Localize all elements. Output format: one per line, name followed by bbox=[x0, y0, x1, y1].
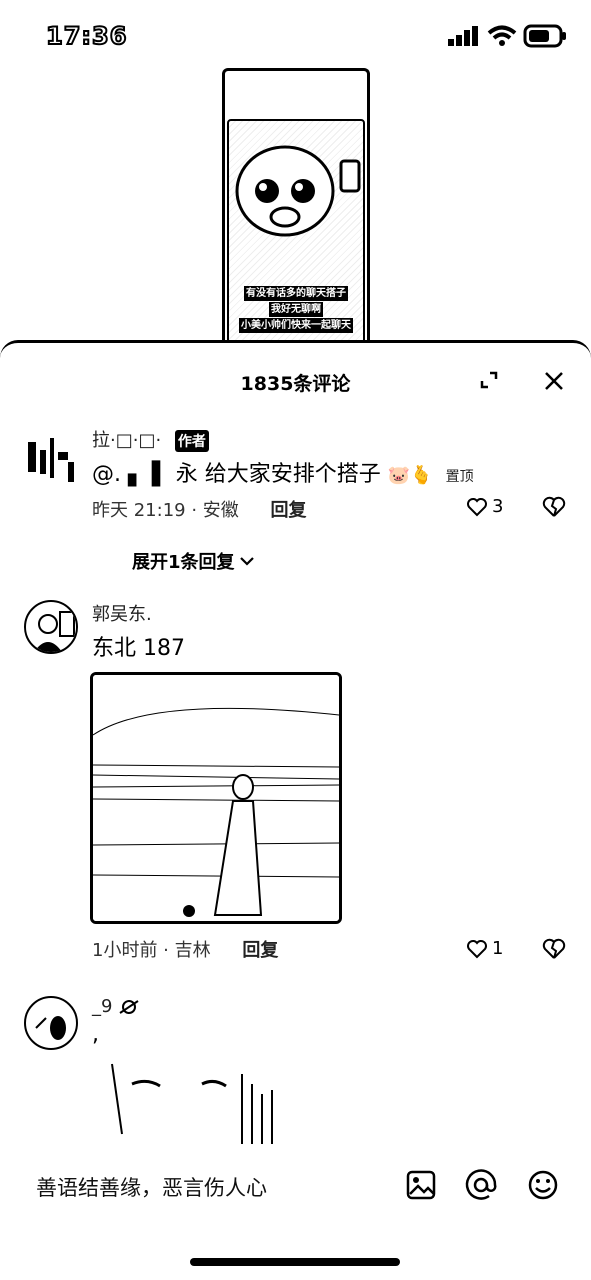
avatar-image bbox=[28, 438, 74, 482]
expand-replies-label: 展开1条回复 bbox=[132, 552, 235, 573]
status-bar: 17:36 bbox=[0, 0, 591, 78]
wifi-icon bbox=[487, 25, 517, 46]
comment-input[interactable]: 善语结善缘，恶言伤人心 bbox=[36, 1172, 267, 1202]
caption-line: 小美小帅们快来一起聊天 bbox=[239, 318, 353, 333]
comment-meta: 昨天 21:19 · 安徽 回复 bbox=[92, 496, 307, 522]
expand-replies-button[interactable]: 展开1条回复 bbox=[132, 548, 255, 574]
like-count: 3 bbox=[492, 496, 504, 517]
video-preview[interactable]: 有没有话多的聊天搭子 我好无聊啊 小美小帅们快来一起聊天 bbox=[222, 68, 370, 344]
author-badge: 作者 bbox=[174, 430, 209, 452]
comment-image-partial[interactable] bbox=[92, 1054, 282, 1144]
status-icons bbox=[447, 24, 567, 48]
broken-heart-icon[interactable] bbox=[542, 496, 566, 518]
heart-icon bbox=[467, 497, 487, 516]
username[interactable]: 拉·□·□· 作者 bbox=[92, 426, 209, 452]
comment-text: 东北 187 bbox=[92, 636, 185, 661]
battery-icon bbox=[523, 24, 566, 48]
comment-count-title: 1835条评论 bbox=[240, 373, 351, 395]
heart-icon bbox=[467, 939, 487, 958]
time-location: 昨天 21:19 · 安徽 bbox=[92, 500, 239, 521]
video-frame: 有没有话多的聊天搭子 我好无聊啊 小美小帅们快来一起聊天 bbox=[227, 119, 365, 344]
username-text: 拉·□·□· bbox=[92, 430, 162, 451]
status-time: 17:36 bbox=[45, 21, 128, 51]
signal-icon bbox=[448, 26, 478, 46]
like-button[interactable]: 3 bbox=[466, 496, 503, 517]
at-mention-icon[interactable] bbox=[464, 1168, 498, 1202]
portrait-image bbox=[111, 1063, 273, 1144]
comment-text: , bbox=[92, 1022, 99, 1047]
expand-icon[interactable] bbox=[478, 369, 500, 391]
username[interactable]: 郭吴东. bbox=[92, 600, 152, 626]
comment-input-bar: 善语结善缘，恶言伤人心 bbox=[0, 1150, 591, 1230]
reply-button[interactable]: 回复 bbox=[242, 940, 278, 961]
comment-meta: 1小时前 · 吉林 回复 bbox=[92, 936, 278, 962]
reply-button[interactable]: 回复 bbox=[271, 500, 307, 521]
emoji: 🐷🫰 bbox=[387, 465, 433, 486]
avatar[interactable] bbox=[24, 600, 78, 654]
planet-icon bbox=[119, 1000, 139, 1014]
image-icon[interactable] bbox=[404, 1168, 438, 1202]
broken-heart-icon[interactable] bbox=[542, 938, 566, 960]
avatar[interactable] bbox=[24, 996, 78, 1050]
home-indicator[interactable] bbox=[190, 1258, 400, 1266]
sheet-header: 1835条评论 bbox=[0, 361, 591, 401]
caption-line: 有没有话多的聊天搭子 bbox=[244, 286, 348, 301]
time-location: 1小时前 · 吉林 bbox=[92, 940, 211, 961]
username[interactable]: _9 bbox=[92, 996, 140, 1017]
comment-text: @. ▖ ▌ 永 给大家安排个搭子 🐷🫰 置顶 bbox=[92, 456, 474, 488]
pinned-label: 置顶 bbox=[445, 469, 474, 485]
video-caption: 有没有话多的聊天搭子 我好无聊啊 小美小帅们快来一起聊天 bbox=[237, 285, 355, 334]
username-text: _9 bbox=[92, 996, 113, 1017]
cartoon-pig-image bbox=[235, 145, 361, 237]
comment-photo[interactable] bbox=[90, 672, 342, 924]
caption-line: 我好无聊啊 bbox=[269, 302, 323, 317]
photo-image bbox=[93, 675, 339, 921]
chevron-down-icon bbox=[239, 557, 254, 566]
avatar[interactable] bbox=[24, 432, 78, 486]
comment-body: @. ▖ ▌ 永 给大家安排个搭子 bbox=[92, 462, 381, 487]
close-icon[interactable] bbox=[542, 369, 566, 393]
like-button[interactable]: 1 bbox=[466, 938, 503, 959]
like-count: 1 bbox=[492, 938, 504, 959]
emoji-icon[interactable] bbox=[526, 1168, 560, 1202]
